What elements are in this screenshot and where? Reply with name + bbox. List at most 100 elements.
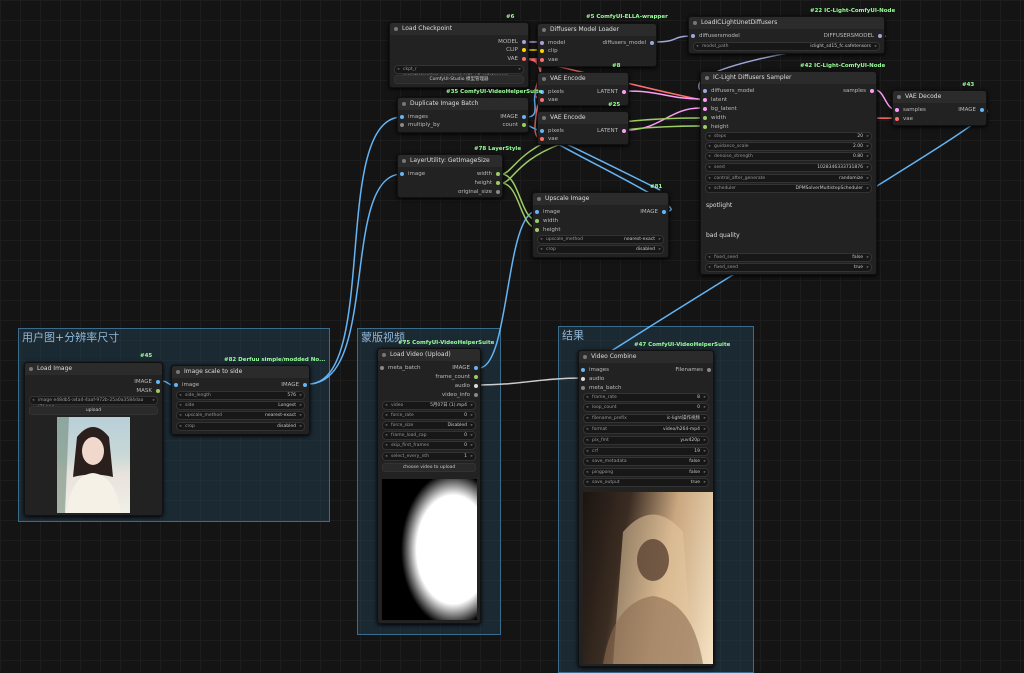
input-width-dot[interactable] [703, 116, 707, 120]
output-frame-count-dot[interactable] [474, 375, 478, 379]
output-diffusersmodel-dot[interactable] [878, 34, 882, 38]
output-height-dot[interactable] [496, 181, 500, 185]
output-image-dot[interactable] [303, 383, 307, 387]
iclight-sampler-node[interactable]: IC-Light Diffusers Sampler diffusers_mod… [700, 71, 877, 275]
input-meta-batch[interactable]: meta_batch [589, 385, 622, 391]
upscale-method-widget[interactable]: upscale_methodnearest-exact [176, 411, 305, 420]
input-diffusersmodel[interactable]: diffusersmodel [699, 33, 740, 39]
input-height-dot[interactable] [703, 125, 707, 129]
input-pixels[interactable]: pixels [548, 89, 564, 95]
guidance-scale-widget[interactable]: guidance_scale2.00 [705, 142, 872, 151]
crf-widget[interactable]: crf19 [583, 447, 709, 456]
pingpong-toggle[interactable]: pingpongfalse [583, 468, 709, 477]
fixed-seed-toggle-1[interactable]: fixed_seedfalse [705, 253, 872, 262]
output-original-size-dot[interactable] [496, 190, 500, 194]
output-frame-count[interactable]: frame_count [435, 374, 470, 380]
frame-load-cap-widget[interactable]: frame_load_cap0 [382, 431, 476, 440]
input-bg-latent-dot[interactable] [703, 107, 707, 111]
output-latent[interactable]: LATENT [597, 128, 618, 134]
output-image-dot[interactable] [156, 380, 160, 384]
format-widget[interactable]: formatvideo/h264-mp4 [583, 425, 709, 434]
input-vae-dot[interactable] [540, 58, 544, 62]
load-iclight-unet-node[interactable]: LoadICLightUnetDiffusers diffusersmodel … [688, 16, 885, 54]
input-diffusers-model-dot[interactable] [703, 89, 707, 93]
input-diffusers-model[interactable]: diffusers_model [711, 88, 755, 94]
vae-decode-node[interactable]: VAE Decode samples vae IMAGE [892, 90, 987, 126]
output-count[interactable]: count [502, 122, 518, 128]
input-images[interactable]: images [589, 367, 609, 373]
output-samples-dot[interactable] [870, 89, 874, 93]
filename-prefix-widget[interactable]: filename_prefixic-light操作视频 [583, 414, 709, 423]
input-width[interactable]: width [711, 115, 726, 121]
input-image[interactable]: image [408, 171, 425, 177]
negative-prompt-textarea[interactable]: bad quality [706, 232, 740, 239]
input-image[interactable]: image [543, 209, 560, 215]
input-clip-dot[interactable] [540, 49, 544, 53]
pix-fmt-widget[interactable]: pix_fmtyuv420p [583, 436, 709, 445]
crop-widget[interactable]: cropdisabled [537, 245, 664, 254]
input-samples-dot[interactable] [895, 108, 899, 112]
input-bg-latent[interactable]: bg_latent [711, 106, 737, 112]
output-image-dot[interactable] [980, 108, 984, 112]
model-path-combo[interactable]: model_pathiclight_sd15_fc.safetensors [693, 42, 880, 51]
upload-button[interactable]: upload [29, 406, 158, 415]
input-vae-dot[interactable] [540, 98, 544, 102]
output-filenames-dot[interactable] [707, 368, 711, 372]
output-image[interactable]: IMAGE [452, 365, 470, 371]
input-samples[interactable]: samples [903, 107, 926, 113]
model-manager-button[interactable]: ComfyUI-Studio 模型管理器 [394, 75, 524, 84]
output-diffusers-model[interactable]: diffusers_model [602, 40, 646, 46]
output-mask-dot[interactable] [156, 389, 160, 393]
scheduler-widget[interactable]: schedulerDPMSolverMultistepScheduler [705, 184, 872, 193]
output-clip-dot[interactable] [522, 48, 526, 52]
input-images-dot[interactable] [581, 368, 585, 372]
output-latent-dot[interactable] [622, 90, 626, 94]
output-image-dot[interactable] [474, 366, 478, 370]
input-vae[interactable]: vae [548, 136, 558, 142]
seed-widget[interactable]: seed1028346333731876 [705, 163, 872, 172]
video-file-widget[interactable]: video5月07日 (1).mp4 [382, 401, 476, 410]
input-images-dot[interactable] [400, 115, 404, 119]
output-image[interactable]: IMAGE [958, 107, 976, 113]
diffusers-model-loader-node[interactable]: Diffusers Model Loader model clip vae di… [537, 23, 657, 67]
force-size-widget[interactable]: force_sizeDisabled [382, 421, 476, 430]
input-vae-dot[interactable] [895, 117, 899, 121]
input-multiply-dot[interactable] [400, 123, 404, 127]
output-image[interactable]: IMAGE [134, 379, 152, 385]
output-width[interactable]: width [477, 171, 492, 177]
crop-widget[interactable]: cropdisabled [176, 422, 305, 431]
steps-widget[interactable]: steps20 [705, 132, 872, 141]
input-width[interactable]: width [543, 218, 558, 224]
output-original-size[interactable]: original_size [458, 189, 492, 195]
load-checkpoint-node[interactable]: Load Checkpoint MODEL CLIP VAE ckpt_r re… [389, 22, 529, 88]
input-image[interactable]: image [182, 382, 199, 388]
save-output-toggle[interactable]: save_outputtrue [583, 478, 709, 487]
input-audio-dot[interactable] [581, 377, 585, 381]
output-image[interactable]: IMAGE [500, 114, 518, 120]
output-video-info-dot[interactable] [474, 393, 478, 397]
input-vae[interactable]: vae [548, 97, 558, 103]
output-latent[interactable]: LATENT [597, 89, 618, 95]
ckpt-name-combo[interactable]: ckpt_r realistic/realism_pure/realvisXL_… [394, 65, 524, 79]
upscale-method-widget[interactable]: upscale_methodnearest-exact [537, 235, 664, 244]
output-filenames[interactable]: Filenames [675, 367, 703, 373]
output-image-dot[interactable] [522, 115, 526, 119]
input-clip[interactable]: clip [548, 48, 558, 54]
save-metadata-toggle[interactable]: save_metadatafalse [583, 457, 709, 466]
output-latent-dot[interactable] [622, 129, 626, 133]
input-model[interactable]: model [548, 40, 565, 46]
input-height-dot[interactable] [535, 228, 539, 232]
vae-encode-node-1[interactable]: VAE Encode pixels vae LATENT [537, 72, 629, 106]
input-height[interactable]: height [711, 124, 729, 130]
output-count-dot[interactable] [522, 123, 526, 127]
input-width-dot[interactable] [535, 219, 539, 223]
denoise-strength-widget[interactable]: denoise_strength0.80 [705, 152, 872, 161]
input-image-dot[interactable] [400, 172, 404, 176]
output-image[interactable]: IMAGE [640, 209, 658, 215]
choose-video-button[interactable]: choose video to upload [382, 463, 476, 472]
get-image-size-node[interactable]: LayerUtility: GetImageSize image width h… [397, 154, 503, 198]
output-samples[interactable]: samples [843, 88, 866, 94]
side-widget[interactable]: sideLongest [176, 401, 305, 410]
output-audio[interactable]: audio [455, 383, 470, 389]
input-image-dot[interactable] [535, 210, 539, 214]
